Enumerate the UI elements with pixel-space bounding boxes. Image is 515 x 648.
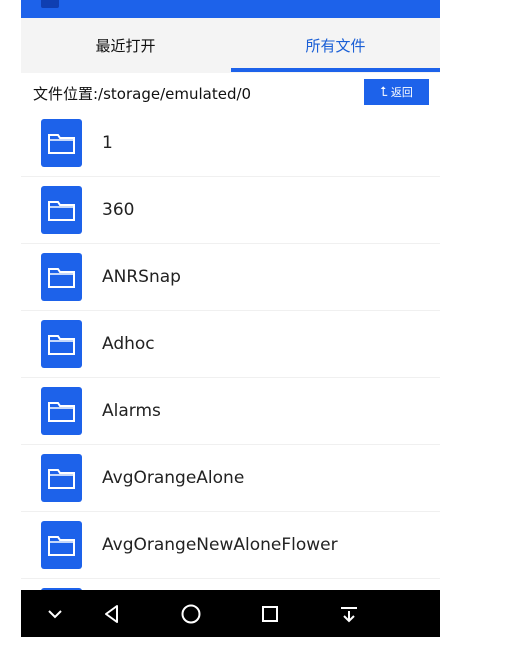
list-item[interactable]: Alarms <box>21 378 440 445</box>
chevron-down-icon[interactable] <box>43 602 67 626</box>
folder-icon <box>41 521 82 569</box>
list-item[interactable] <box>21 579 440 590</box>
back-button[interactable]: ⮤ 返回 <box>364 79 429 105</box>
notification-pull-icon[interactable] <box>337 602 361 626</box>
back-button-label: 返回 <box>390 86 413 99</box>
system-nav-bar <box>21 590 440 637</box>
tab-all-files[interactable]: 所有文件 <box>231 18 440 73</box>
list-item[interactable]: Adhoc <box>21 311 440 378</box>
phone-screen: 最近打开 所有文件 文件位置:/storage/emulated/0 ⮤ 返回 … <box>21 0 440 637</box>
folder-name: 360 <box>102 200 135 220</box>
path-bar: 文件位置:/storage/emulated/0 ⮤ 返回 <box>21 75 440 108</box>
back-triangle-icon[interactable] <box>100 602 124 626</box>
list-item[interactable]: AvgOrangeNewAloneFlower <box>21 512 440 579</box>
folder-icon <box>41 454 82 502</box>
folder-name: 1 <box>102 133 113 153</box>
folder-icon <box>41 119 82 167</box>
file-location-label: 文件位置:/storage/emulated/0 <box>33 85 252 103</box>
folder-name: Adhoc <box>102 334 155 354</box>
folder-name: Alarms <box>102 401 161 421</box>
tab-bar: 最近打开 所有文件 <box>21 18 440 73</box>
folder-name: AvgOrangeNewAloneFlower <box>102 535 338 555</box>
folder-icon <box>41 387 82 435</box>
tab-recent[interactable]: 最近打开 <box>21 18 230 73</box>
folder-icon <box>41 186 82 234</box>
folder-icon <box>41 253 82 301</box>
list-item[interactable]: 1 <box>21 110 440 177</box>
app-logo-icon <box>41 0 59 8</box>
list-item[interactable]: ANRSnap <box>21 244 440 311</box>
active-tab-indicator <box>231 68 440 72</box>
home-circle-icon[interactable] <box>179 602 203 626</box>
folder-name: ANRSnap <box>102 267 181 287</box>
folder-name: AvgOrangeAlone <box>102 468 245 488</box>
folder-icon <box>41 320 82 368</box>
folder-list: 1 360 ANRSnap Adhoc Alarms AvgOrangeAlon… <box>21 110 440 590</box>
recents-square-icon[interactable] <box>258 602 282 626</box>
list-item[interactable]: AvgOrangeAlone <box>21 445 440 512</box>
list-item[interactable]: 360 <box>21 177 440 244</box>
app-title-bar <box>21 0 440 18</box>
return-arrow-icon: ⮤ <box>380 84 388 100</box>
